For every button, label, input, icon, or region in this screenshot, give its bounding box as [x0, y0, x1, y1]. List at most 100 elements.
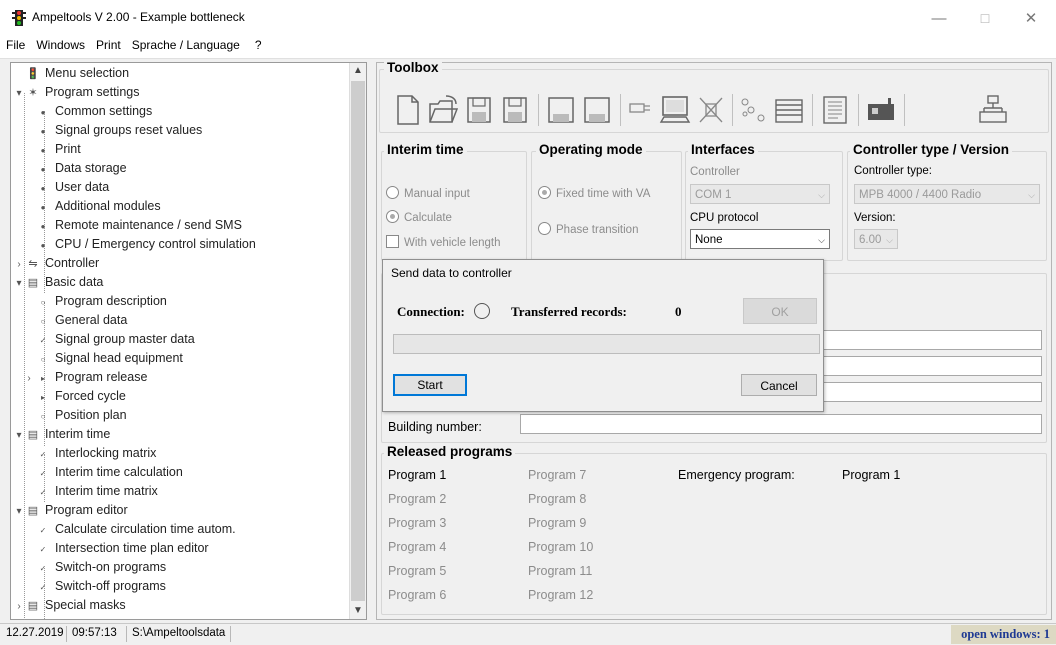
calculate-option[interactable]: Calculate [386, 210, 452, 224]
scroll-up-icon[interactable]: ▲ [350, 63, 366, 79]
disk-write-icon[interactable] [580, 92, 614, 128]
start-button[interactable]: Start [393, 374, 467, 396]
controller-type-combo[interactable]: MPB 4000 / 4400 Radio ⌵ [854, 184, 1040, 204]
computer-icon[interactable] [658, 92, 692, 128]
disk-read-icon[interactable] [544, 92, 578, 128]
general-field-1[interactable] [822, 330, 1042, 350]
program-item[interactable]: Program 3 [388, 516, 446, 530]
chevron-down-icon[interactable]: ▾ [13, 426, 25, 445]
tree-node[interactable]: ● Signal groups reset values [35, 121, 203, 140]
tree-node[interactable]: ✓ Interim time matrix [35, 482, 158, 501]
circle-icon: ○ [40, 355, 46, 364]
tree-node[interactable]: ▾ ▤ Basic data [13, 273, 103, 292]
cpu-protocol-combo[interactable]: None ⌵ [690, 229, 830, 249]
tree-node[interactable]: ● Remote maintenance / send SMS [35, 216, 242, 235]
tree-node[interactable]: ✓ Interim time calculation [35, 463, 183, 482]
network-icon[interactable] [736, 92, 770, 128]
program-item[interactable]: Program 8 [528, 492, 586, 506]
tree-node[interactable]: ✓ Switch-on programs [35, 558, 167, 577]
tree-node[interactable]: › ⇋ Controller [13, 254, 99, 273]
program-item[interactable]: Program 5 [388, 564, 446, 578]
tree-node[interactable]: ○ Position plan [35, 406, 127, 425]
save-as-icon[interactable] [498, 92, 532, 128]
calculate-radio[interactable] [386, 210, 399, 223]
chevron-right-icon[interactable]: › [13, 255, 25, 274]
tree-node[interactable]: ▸ Forced cycle [35, 387, 126, 406]
menu-print[interactable]: Print [90, 34, 126, 52]
scroll-down-icon[interactable]: ▼ [350, 603, 366, 619]
menu-windows[interactable]: Windows [30, 34, 90, 52]
new-file-icon[interactable] [390, 92, 424, 128]
list-icon[interactable] [772, 92, 806, 128]
tree-node[interactable]: › ▤ Special masks [13, 596, 125, 616]
program-item[interactable]: Program 4 [388, 540, 446, 554]
tree-node[interactable]: ✓ Interlocking matrix [35, 444, 157, 463]
program-item[interactable]: Program 1 [388, 468, 446, 482]
tree-node[interactable]: ● Data storage [35, 159, 127, 178]
program-item[interactable]: Program 7 [528, 468, 586, 482]
report-icon[interactable] [818, 92, 852, 128]
tree-node[interactable]: 🚦 Menu selection [13, 64, 129, 83]
emergency-program-value[interactable]: Program 1 [842, 468, 900, 482]
phase-transition-radio[interactable] [538, 222, 551, 235]
tree-node[interactable]: ▾ ▤ Interim time [13, 425, 110, 444]
tree-node-label: Interim time calculation [55, 465, 183, 479]
tree-node[interactable]: ● User data [35, 178, 110, 197]
vehicle-length-checkbox[interactable] [386, 235, 399, 248]
tree-scrollbar[interactable]: ▲ ▼ [349, 63, 366, 619]
folder-icon: ▸ [40, 393, 45, 402]
bullet-icon: ● [40, 127, 46, 136]
cancel-button[interactable]: Cancel [741, 374, 817, 396]
minimize-button[interactable]: — [916, 6, 962, 32]
program-item[interactable]: Program 12 [528, 588, 593, 602]
program-item[interactable]: Program 9 [528, 516, 586, 530]
manual-input-option[interactable]: Manual input [386, 186, 470, 200]
controller-device-icon[interactable] [864, 92, 898, 128]
tree-node[interactable]: ✓ Switch-off programs [35, 577, 166, 596]
chevron-down-icon[interactable]: ▾ [13, 274, 25, 293]
program-item[interactable]: Program 10 [528, 540, 593, 554]
tree-node[interactable]: ○ Signal head equipment [35, 349, 183, 368]
vehicle-length-option[interactable]: With vehicle length [386, 235, 501, 249]
tree-node[interactable]: ▾ ▤ Program editor [13, 501, 127, 521]
program-item[interactable]: Program 6 [388, 588, 446, 602]
controller-port-combo[interactable]: COM 1 ⌵ [690, 184, 830, 204]
hierarchy-icon[interactable] [976, 92, 1010, 128]
ok-button[interactable]: OK [743, 298, 817, 324]
program-item[interactable]: Program 11 [528, 564, 592, 578]
maximize-button[interactable]: ☐ [962, 6, 1008, 32]
tree-node[interactable]: ○ Program description [35, 292, 167, 311]
tree-node[interactable]: ● Common settings [35, 102, 153, 121]
phase-transition-option[interactable]: Phase transition [538, 222, 638, 236]
tree-node[interactable]: ✓ Calculate circulation time autom. [35, 520, 236, 539]
tree-node[interactable]: ● Print [35, 140, 81, 159]
program-item[interactable]: Program 2 [388, 492, 446, 506]
tree-node[interactable]: ● CPU / Emergency control simulation [35, 235, 256, 254]
menu-language[interactable]: Sprache / Language [126, 34, 245, 52]
tree-node[interactable]: ▾ ✶ Program settings [13, 83, 139, 102]
tree-node[interactable]: ✓ Intersection time plan editor [35, 539, 209, 558]
chevron-down-icon[interactable]: ▾ [13, 502, 25, 521]
scroll-thumb[interactable] [351, 81, 365, 601]
manual-input-radio[interactable] [386, 186, 399, 199]
tree-node[interactable]: › ▸ Program release [27, 368, 147, 387]
chevron-down-icon[interactable]: ▾ [13, 84, 25, 103]
building-number-input[interactable] [520, 414, 1042, 434]
general-field-2[interactable] [822, 356, 1042, 376]
fixed-time-radio[interactable] [538, 186, 551, 199]
menu-file[interactable]: File [0, 34, 30, 52]
menu-help[interactable]: ? [245, 34, 267, 52]
satellite-icon[interactable] [694, 92, 728, 128]
tree-node[interactable]: ● Additional modules [35, 197, 161, 216]
chevron-right-icon[interactable]: › [23, 369, 35, 388]
fixed-time-option[interactable]: Fixed time with VA [538, 186, 650, 200]
close-button[interactable]: ✕ [1008, 6, 1054, 32]
chevron-right-icon[interactable]: › [13, 597, 25, 616]
version-combo[interactable]: 6.00 ⌵ [854, 229, 898, 249]
tree-node[interactable]: ✓ Signal group master data [35, 330, 195, 349]
save-icon[interactable] [462, 92, 496, 128]
tree-node[interactable]: ○ General data [35, 311, 128, 330]
general-field-3[interactable] [822, 382, 1042, 402]
open-folder-icon[interactable] [426, 92, 460, 128]
connector-icon[interactable] [626, 92, 660, 128]
